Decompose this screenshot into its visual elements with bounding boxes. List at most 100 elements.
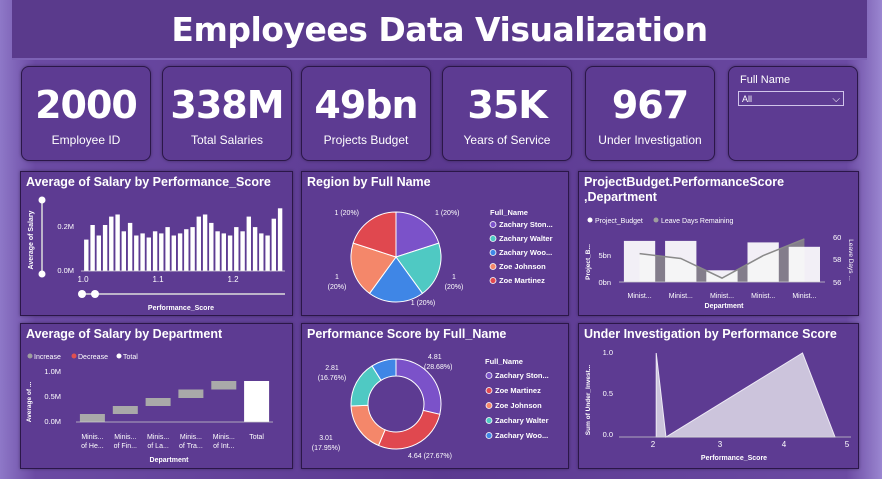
- x-tick-label: 5: [845, 440, 850, 449]
- chart-under-investigation[interactable]: Under Investigation by Performance Score…: [578, 323, 859, 469]
- kpi-value: 49bn: [314, 83, 418, 127]
- bar: [127, 222, 133, 271]
- kpi-label: Total Salaries: [190, 133, 264, 147]
- legend-marker: [485, 387, 493, 394]
- bar: [227, 235, 233, 271]
- legend-marker-decrease: [71, 353, 77, 359]
- x-tick-label: Minis...: [147, 434, 169, 441]
- bar: [184, 229, 189, 271]
- data-label: (28.68%): [424, 364, 452, 371]
- kpi-under-investigation[interactable]: 967 Under Investigation: [585, 66, 715, 161]
- kpi-value: 338M: [170, 83, 284, 127]
- x-tick-label: of He...: [81, 443, 104, 450]
- legend-label: Zachary Woo...: [499, 248, 552, 257]
- data-label: (17.95%): [312, 445, 340, 452]
- x-tick-label: Minist...: [751, 293, 775, 300]
- bar: [177, 233, 183, 271]
- kpi-value: 2000: [35, 83, 138, 127]
- data-label: 1: [452, 274, 456, 281]
- x-tick-label: Minist...: [710, 293, 734, 300]
- data-label: 1: [335, 274, 339, 281]
- donut-slice: [350, 404, 386, 447]
- data-label: 1 (20%): [334, 210, 359, 217]
- chart-svg: Increase Decrease Total Average of ... 1…: [26, 353, 273, 464]
- increase-bar: [112, 406, 138, 414]
- y-tick-label: 0.0M: [44, 417, 61, 426]
- legend-title: Full_Name: [485, 357, 523, 366]
- bar: [265, 235, 270, 271]
- y-tick-label: 5bn: [598, 251, 611, 260]
- legend-marker: [489, 263, 497, 270]
- increase-bar: [211, 381, 237, 390]
- legend-marker: [485, 372, 493, 379]
- kpi-projects-budget[interactable]: 49bn Projects Budget: [301, 66, 431, 161]
- x-axis-label: Department: [705, 303, 745, 310]
- full-name-dropdown[interactable]: All ⌵: [738, 91, 844, 106]
- bar: [271, 218, 276, 271]
- chart-region-by-full-name[interactable]: Region by Full Name 1 (20%) 1 (20%) 1 (2…: [301, 171, 569, 316]
- data-label: (16.76%): [318, 375, 346, 382]
- chart-project-budget[interactable]: ProjectBudget.PerformanceScore ,Departme…: [578, 171, 859, 316]
- legend-label: Zoe Johnson: [495, 401, 542, 410]
- title-bar: Employees Data Visualization: [12, 0, 867, 60]
- legend-label: Zachary Ston...: [499, 220, 553, 229]
- data-label: 1 (20%): [411, 300, 436, 307]
- x-tick-label: of Tra...: [179, 443, 203, 450]
- bar: [215, 231, 220, 271]
- chevron-down-icon: ⌵: [832, 94, 840, 105]
- y-tick-label: 0bn: [598, 278, 611, 287]
- x-axis-label: Performance_Score: [701, 455, 767, 462]
- bar: [277, 208, 283, 271]
- legend-marker: [489, 235, 497, 242]
- legend-label: Zoe Martinez: [499, 276, 545, 285]
- data-label: 2.81: [325, 365, 339, 372]
- page-title: Employees Data Visualization: [171, 10, 708, 49]
- chart-performance-by-name[interactable]: Performance Score by Full_Name 4.81 (28.…: [301, 323, 569, 469]
- bar: [134, 235, 139, 271]
- increase-bar: [79, 414, 105, 422]
- kpi-total-salaries[interactable]: 338M Total Salaries: [162, 66, 292, 161]
- y-tick-label: 0.2M: [57, 222, 74, 231]
- area-series: [655, 352, 836, 438]
- legend-label: Decrease: [78, 354, 108, 361]
- bar: [121, 231, 126, 271]
- chart-salary-by-performance[interactable]: Average of Salary by Performance_Score A…: [20, 171, 293, 316]
- x-tick-label: 1.2: [227, 275, 239, 284]
- bar: [165, 227, 170, 271]
- legend-marker-leave-days: [653, 217, 659, 223]
- y-axis-label: Sum of Under_Invest...: [585, 365, 592, 436]
- kpi-years-of-service[interactable]: 35K Years of Service: [442, 66, 572, 161]
- y-tick-label: 1.0: [603, 348, 613, 357]
- legend-label: Total: [123, 354, 138, 361]
- x-tick-label: Minis...: [114, 434, 136, 441]
- kpi-value: 967: [611, 83, 689, 127]
- bar: [252, 227, 258, 271]
- x-slider-handle-right: [91, 290, 99, 298]
- legend-marker: [485, 417, 493, 424]
- legend-label: Zachary Woo...: [495, 431, 548, 440]
- bar: [140, 233, 145, 271]
- bar: [202, 214, 208, 271]
- x-tick-label: of Int...: [213, 443, 234, 450]
- y-axis-label-left: Project_B...: [585, 244, 592, 280]
- kpi-employee-id[interactable]: 2000 Employee ID: [21, 66, 151, 161]
- y-tick-label-right: 58: [833, 255, 841, 264]
- bar: [90, 225, 95, 271]
- slicer-label: Full Name: [740, 74, 791, 86]
- data-label: (20%): [328, 284, 347, 291]
- kpi-label: Under Investigation: [598, 133, 702, 147]
- bar: [84, 239, 89, 271]
- legend-label: Zoe Martinez: [495, 386, 541, 395]
- legend-marker: [489, 277, 497, 284]
- x-tick-label: Minis...: [213, 434, 235, 441]
- legend-label: Zachary Walter: [495, 416, 549, 425]
- chart-salary-by-department[interactable]: Average of Salary by Department Increase…: [20, 323, 293, 469]
- legend-label: Zachary Ston...: [495, 371, 549, 380]
- x-tick-label: Minist...: [792, 293, 816, 300]
- legend-marker: [485, 432, 493, 439]
- bar: [102, 225, 108, 271]
- y-axis-label: Average of Salary: [28, 210, 35, 269]
- bar: [115, 214, 120, 271]
- legend-label: Leave Days Remaining: [661, 218, 733, 225]
- x-tick-label: 3: [718, 440, 723, 449]
